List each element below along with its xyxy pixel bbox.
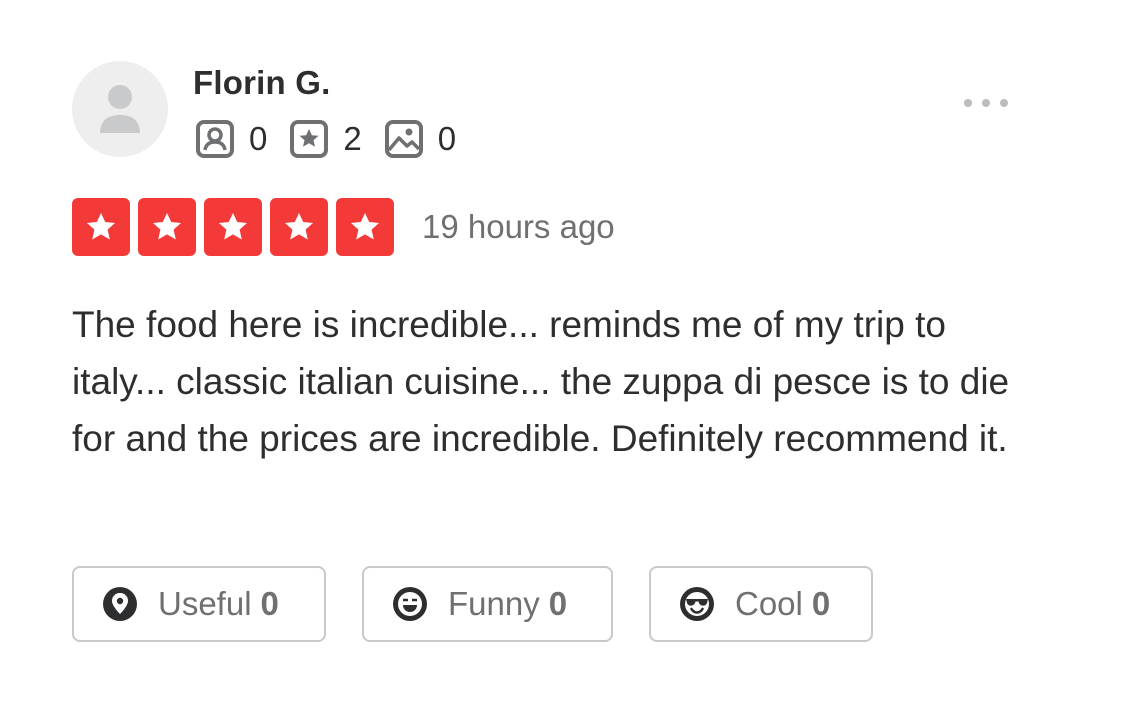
funny-icon [393, 587, 427, 621]
review-date: 19 hours ago [422, 208, 615, 245]
star-icon [153, 213, 181, 240]
star-box [270, 198, 328, 256]
friends-count: 0 [249, 120, 268, 157]
star-icon [285, 213, 313, 240]
user-stats: 0 2 0 [195, 118, 478, 160]
reaction-buttons: Useful 0 Funny 0 Cool 0 [72, 566, 909, 642]
reviews-count: 2 [343, 120, 362, 157]
star-box [336, 198, 394, 256]
useful-button[interactable]: Useful 0 [72, 566, 326, 642]
star-rating [72, 198, 402, 256]
funny-button[interactable]: Funny 0 [362, 566, 613, 642]
cool-count: 0 [811, 585, 831, 622]
more-options-icon [964, 99, 1008, 107]
friends-stat: 0 [195, 119, 267, 159]
review-text: The food here is incredible... reminds m… [72, 304, 1010, 459]
cool-icon [680, 587, 714, 621]
cool-label: Cool [735, 585, 803, 622]
photos-stat: 0 [384, 119, 456, 159]
user-name[interactable]: Florin G. [193, 64, 330, 102]
star-box [72, 198, 130, 256]
user-avatar[interactable] [72, 61, 168, 157]
photos-count: 0 [437, 120, 457, 157]
useful-count: 0 [260, 585, 279, 622]
star-icon [87, 213, 115, 240]
useful-icon [103, 587, 137, 621]
review-card: Florin G. 0 2 0 19 hours ago The food he… [0, 0, 1125, 702]
reviews-stat: 2 [289, 119, 362, 159]
star-box [138, 198, 196, 256]
funny-label: Funny [448, 585, 540, 622]
review-star-icon [290, 120, 329, 158]
more-options-button[interactable] [958, 92, 1014, 114]
friends-icon [196, 120, 234, 158]
star-icon [351, 213, 379, 240]
rating-row: 19 hours ago [72, 198, 615, 256]
photo-icon [384, 120, 423, 158]
star-box [204, 198, 262, 256]
cool-button[interactable]: Cool 0 [649, 566, 873, 642]
default-user-avatar-icon [100, 85, 140, 133]
star-icon [219, 213, 247, 240]
useful-label: Useful [158, 585, 252, 622]
funny-count: 0 [548, 585, 568, 622]
